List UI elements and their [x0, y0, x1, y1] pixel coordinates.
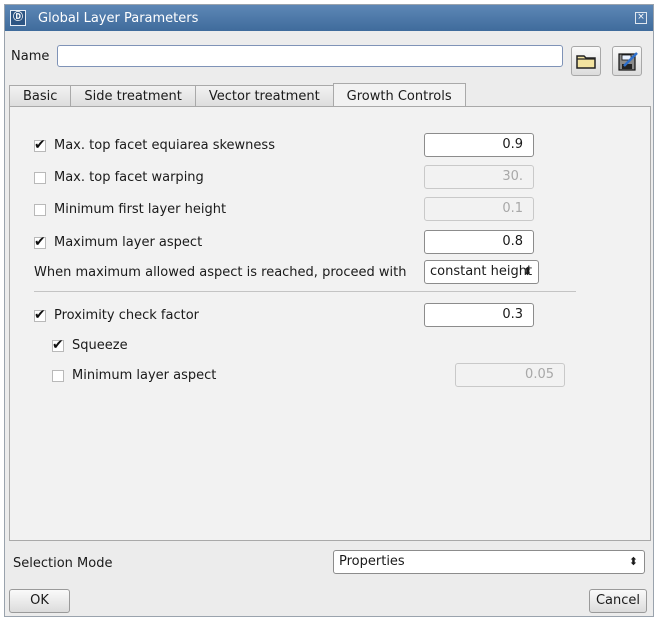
spinner-icon: ⬍	[522, 265, 532, 278]
tab-bar: Basic Side treatment Vector treatment Gr…	[9, 83, 466, 107]
cancel-button[interactable]: Cancel	[589, 589, 647, 613]
first-height-label: Minimum first layer height	[54, 202, 227, 217]
check-icon: ✔	[34, 136, 46, 153]
separator	[34, 291, 576, 292]
folder-open-icon	[576, 55, 596, 69]
proximity-input[interactable]: 0.3	[424, 303, 534, 327]
warping-input[interactable]: 30.	[424, 165, 534, 189]
save-icon	[618, 52, 638, 71]
save-file-button[interactable]	[612, 46, 642, 76]
ok-button[interactable]: OK	[9, 589, 70, 613]
growth-controls-panel: ✔ Max. top facet equiarea skewness 0.9 M…	[9, 106, 651, 541]
skewness-row: ✔ Max. top facet equiarea skewness	[34, 136, 275, 153]
max-aspect-input[interactable]: 0.8	[424, 230, 534, 254]
name-input[interactable]	[57, 45, 563, 67]
squeeze-checkbox[interactable]: ✔	[52, 336, 64, 353]
spinner-icon: ⬍	[628, 555, 638, 568]
global-layer-parameters-dialog: Ⓓ Global Layer Parameters × Name Basic S…	[4, 4, 654, 617]
first-height-checkbox[interactable]	[34, 203, 46, 216]
selection-mode-value: Properties	[339, 554, 405, 569]
min-aspect-label: Minimum layer aspect	[72, 368, 217, 383]
tab-basic[interactable]: Basic	[9, 85, 72, 106]
name-row: Name	[11, 45, 563, 67]
tab-growth-controls[interactable]: Growth Controls	[332, 83, 466, 107]
proceed-select[interactable]: constant height ⬍	[424, 260, 539, 284]
proceed-label: When maximum allowed aspect is reached, …	[34, 265, 407, 280]
min-aspect-checkbox[interactable]	[52, 369, 64, 382]
first-height-row: Minimum first layer height	[34, 202, 226, 217]
min-aspect-row: Minimum layer aspect	[52, 368, 216, 383]
first-height-input[interactable]: 0.1	[424, 197, 534, 221]
warping-label: Max. top facet warping	[54, 170, 204, 185]
skewness-checkbox[interactable]: ✔	[34, 136, 46, 153]
check-icon: ✔	[34, 306, 46, 323]
skewness-input[interactable]: 0.9	[424, 133, 534, 157]
proceed-value: constant height	[430, 264, 533, 279]
proceed-row: When maximum allowed aspect is reached, …	[34, 265, 406, 280]
name-label: Name	[11, 48, 50, 64]
open-file-button[interactable]	[571, 46, 601, 76]
check-icon: ✔	[34, 233, 46, 250]
max-aspect-checkbox[interactable]: ✔	[34, 233, 46, 250]
proximity-checkbox[interactable]: ✔	[34, 306, 46, 323]
proximity-row: ✔ Proximity check factor	[34, 306, 200, 323]
check-icon: ✔	[52, 336, 64, 353]
warping-row: Max. top facet warping	[34, 170, 204, 185]
max-aspect-label: Maximum layer aspect	[54, 235, 203, 250]
squeeze-label: Squeeze	[72, 338, 128, 353]
window-title: Global Layer Parameters	[38, 10, 199, 26]
max-aspect-row: ✔ Maximum layer aspect	[34, 233, 203, 250]
proximity-label: Proximity check factor	[54, 308, 200, 323]
app-icon: Ⓓ	[10, 10, 26, 26]
skewness-label: Max. top facet equiarea skewness	[54, 138, 275, 153]
tab-vector-treatment[interactable]: Vector treatment	[194, 85, 334, 106]
title-bar[interactable]: Ⓓ Global Layer Parameters ×	[5, 5, 653, 31]
selection-mode-select[interactable]: Properties ⬍	[333, 550, 645, 574]
tab-side-treatment[interactable]: Side treatment	[70, 85, 196, 106]
warping-checkbox[interactable]	[34, 171, 46, 184]
close-icon[interactable]: ×	[635, 12, 647, 24]
squeeze-row: ✔ Squeeze	[52, 336, 128, 353]
selection-mode-label: Selection Mode	[13, 556, 113, 571]
min-aspect-input[interactable]: 0.05	[455, 363, 565, 387]
